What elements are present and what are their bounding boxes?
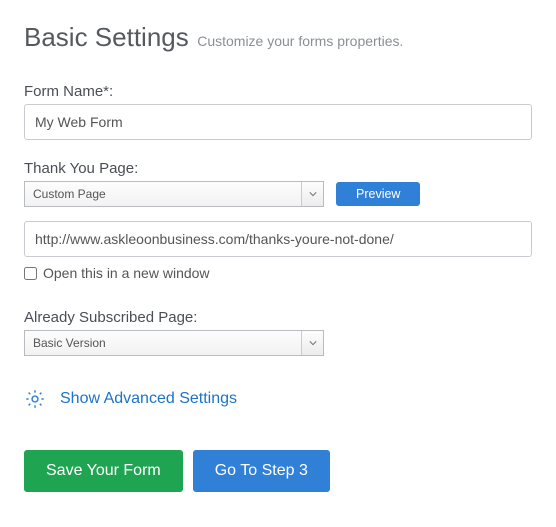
form-name-input[interactable] xyxy=(24,104,532,140)
thank-you-group: Thank You Page: Custom Page Preview Open… xyxy=(24,160,532,281)
thank-you-select[interactable]: Custom Page xyxy=(24,181,324,207)
preview-button[interactable]: Preview xyxy=(336,182,420,206)
already-subscribed-label: Already Subscribed Page: xyxy=(24,309,532,326)
open-new-window-checkbox[interactable] xyxy=(24,267,37,280)
form-name-label: Form Name*: xyxy=(24,83,532,100)
chevron-down-icon xyxy=(301,331,323,355)
advanced-settings-row: Show Advanced Settings xyxy=(24,388,532,410)
form-name-group: Form Name*: xyxy=(24,83,532,140)
thank-you-label: Thank You Page: xyxy=(24,160,532,177)
open-new-window-label: Open this in a new window xyxy=(43,265,210,281)
chevron-down-icon xyxy=(301,182,323,206)
already-subscribed-select[interactable]: Basic Version xyxy=(24,330,324,356)
show-advanced-settings-link[interactable]: Show Advanced Settings xyxy=(60,390,237,408)
thank-you-select-value: Custom Page xyxy=(33,187,315,201)
footer-buttons: Save Your Form Go To Step 3 xyxy=(24,450,532,492)
page-title: Basic Settings xyxy=(24,22,189,52)
thank-you-url-input[interactable] xyxy=(24,221,532,257)
already-subscribed-group: Already Subscribed Page: Basic Version xyxy=(24,309,532,356)
gear-icon xyxy=(24,388,46,410)
page-header: Basic Settings Customize your forms prop… xyxy=(24,22,532,53)
already-subscribed-select-value: Basic Version xyxy=(33,336,315,350)
save-form-button[interactable]: Save Your Form xyxy=(24,450,183,492)
page-subtitle: Customize your forms properties. xyxy=(197,33,403,49)
go-to-step-3-button[interactable]: Go To Step 3 xyxy=(193,450,330,492)
